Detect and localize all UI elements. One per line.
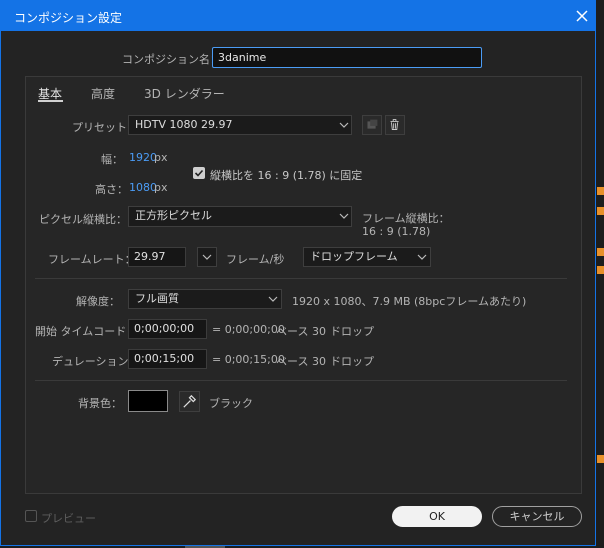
resolution-dropdown[interactable]: フル画質	[128, 289, 282, 309]
delete-preset-button[interactable]	[385, 115, 405, 135]
chevron-down-icon	[339, 122, 349, 128]
divider	[35, 380, 567, 381]
trash-icon	[390, 119, 399, 130]
save-preset-button[interactable]	[362, 115, 382, 135]
settings-panel	[25, 76, 582, 494]
ok-button[interactable]: OK	[392, 506, 482, 527]
background-marker	[597, 248, 604, 256]
preset-dropdown[interactable]: HDTV 1080 29.97	[128, 115, 352, 135]
duration-input[interactable]: 0;00;15;00	[128, 349, 207, 369]
start-timecode-input[interactable]: 0;00;00;00	[128, 319, 207, 339]
drop-frame-dropdown[interactable]: ドロップフレーム	[303, 247, 431, 267]
save-preset-icon	[367, 119, 378, 129]
duration-label: デュレーション：	[52, 355, 140, 368]
start-timecode-drop: ドロップ	[330, 325, 374, 338]
eyedropper-button[interactable]	[179, 391, 200, 412]
width-value[interactable]: 1920	[129, 151, 157, 164]
width-unit: px	[154, 151, 168, 164]
duration-drop: ドロップ	[330, 355, 374, 368]
aspect-lock-label[interactable]: 縦横比を 16 : 9 (1.78) に固定	[210, 167, 362, 183]
start-timecode-base: ベース 30	[276, 325, 326, 338]
frame-aspect-label: フレーム縦横比：	[362, 212, 450, 225]
chevron-down-icon	[268, 296, 278, 302]
chevron-down-icon	[339, 213, 349, 219]
preview-checkbox[interactable]	[25, 510, 37, 522]
background-marker	[597, 207, 604, 215]
height-label: 高さ：	[95, 183, 128, 196]
chevron-down-icon	[417, 254, 427, 260]
composition-name-label: コンポジション名：	[122, 53, 221, 66]
title-bar[interactable]: コンポジション設定	[1, 1, 595, 31]
width-label: 幅：	[101, 153, 123, 166]
start-timecode-label: 開始 タイムコード：	[35, 325, 138, 338]
close-icon[interactable]	[573, 7, 591, 25]
dialog-title: コンポジション設定	[14, 11, 123, 25]
chevron-down-icon	[202, 254, 212, 260]
duration-equals: = 0;00;15;00	[212, 353, 285, 366]
resolution-value: フル画質	[135, 292, 179, 305]
eyedropper-icon	[183, 394, 197, 408]
frame-rate-label: フレームレート：	[48, 253, 136, 266]
resolution-label: 解像度：	[76, 295, 120, 308]
background-color-swatch[interactable]	[128, 390, 168, 412]
tab-advanced[interactable]: 高度	[91, 85, 115, 102]
duration-base: ベース 30	[276, 355, 326, 368]
pixel-aspect-label: ピクセル縦横比：	[39, 213, 127, 226]
preset-value: HDTV 1080 29.97	[135, 118, 233, 131]
background-color-name: ブラック	[209, 397, 253, 410]
preview-label[interactable]: プレビュー	[41, 510, 96, 526]
cancel-button[interactable]: キャンセル	[492, 506, 582, 527]
frame-rate-dropdown[interactable]	[197, 247, 217, 267]
divider	[35, 278, 567, 279]
checkmark-icon	[194, 169, 204, 177]
start-timecode-equals: = 0;00;00;00	[212, 323, 285, 336]
composition-settings-dialog: コンポジション設定 コンポジション名： 3danime 基本 高度 3D レンダ…	[0, 0, 596, 546]
frame-rate-input[interactable]: 29.97	[128, 247, 186, 267]
active-tab-indicator	[38, 100, 63, 102]
aspect-lock-checkbox[interactable]	[193, 167, 205, 179]
pixel-aspect-value: 正方形ピクセル	[135, 209, 212, 222]
pixel-aspect-dropdown[interactable]: 正方形ピクセル	[128, 206, 352, 227]
height-unit: px	[154, 181, 168, 194]
height-value[interactable]: 1080	[129, 181, 157, 194]
resolution-info: 1920 x 1080、7.9 MB (8bpcフレームあたり)	[292, 295, 527, 308]
frame-aspect-value: 16 : 9 (1.78)	[362, 225, 431, 238]
drop-frame-value: ドロップフレーム	[310, 250, 398, 263]
background-color-label: 背景色：	[78, 397, 122, 410]
frame-rate-unit: フレーム/秒	[226, 253, 285, 266]
tab-3d-renderer[interactable]: 3D レンダラー	[144, 85, 225, 102]
composition-name-input[interactable]: 3danime	[212, 47, 482, 68]
background-marker	[597, 455, 604, 463]
background-marker	[597, 187, 604, 195]
background-marker	[597, 266, 604, 274]
